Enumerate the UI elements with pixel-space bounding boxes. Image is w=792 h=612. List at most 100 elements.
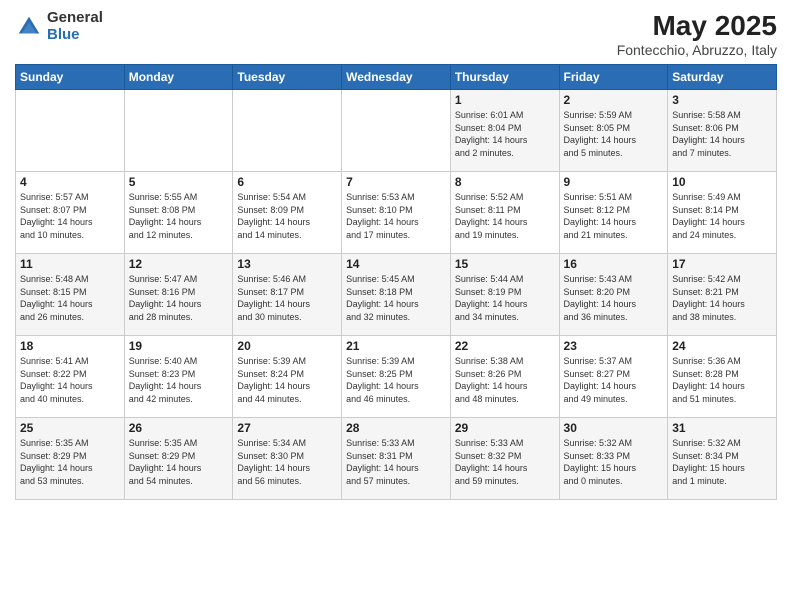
calendar-cell: 5Sunrise: 5:55 AM Sunset: 8:08 PM Daylig…: [124, 172, 233, 254]
page-header: General Blue May 2025 Fontecchio, Abruzz…: [15, 10, 777, 58]
subtitle: Fontecchio, Abruzzo, Italy: [617, 42, 777, 58]
day-number: 29: [455, 421, 555, 435]
calendar-body: 1Sunrise: 6:01 AM Sunset: 8:04 PM Daylig…: [16, 90, 777, 500]
col-saturday: Saturday: [668, 65, 777, 90]
calendar-cell: 9 Sunrise: 5:51 AM Sunset: 8:12 PM Daylig…: [559, 172, 668, 254]
calendar-page: General Blue May 2025 Fontecchio, Abruzz…: [0, 0, 792, 612]
calendar-cell: 12 Sunrise: 5:47 AM Sunset: 8:16 PM Dayli…: [124, 254, 233, 336]
col-friday: Friday: [559, 65, 668, 90]
day-number: 24: [672, 339, 772, 353]
day-info: Sunrise: 5:33 AM Sunset: 8:32 PM Dayligh…: [455, 437, 555, 487]
day-info: Sunrise: 5:57 AM Sunset: 8:07 PM Dayligh…: [20, 191, 120, 241]
calendar-cell: 31Sunrise: 5:32 AM Sunset: 8:34 PM Dayli…: [668, 418, 777, 500]
calendar-week-2: 4 Sunrise: 5:57 AM Sunset: 8:07 PM Daylig…: [16, 172, 777, 254]
calendar-cell: 24Sunrise: 5:36 AM Sunset: 8:28 PM Dayli…: [668, 336, 777, 418]
calendar-cell: 20Sunrise: 5:39 AM Sunset: 8:24 PM Dayli…: [233, 336, 342, 418]
day-number: 18: [20, 339, 120, 353]
logo-text: General Blue: [47, 10, 103, 43]
col-tuesday: Tuesday: [233, 65, 342, 90]
day-number: 2: [564, 93, 664, 107]
calendar-week-5: 25 Sunrise: 5:35 AM Sunset: 8:29 PM Dayli…: [16, 418, 777, 500]
day-number: 3: [672, 93, 772, 107]
day-info: Sunrise: 5:33 AM Sunset: 8:31 PM Dayligh…: [346, 437, 446, 487]
col-thursday: Thursday: [450, 65, 559, 90]
col-monday: Monday: [124, 65, 233, 90]
day-number: 22: [455, 339, 555, 353]
col-wednesday: Wednesday: [342, 65, 451, 90]
day-number: 19: [129, 339, 229, 353]
day-info: Sunrise: 5:49 AM Sunset: 8:14 PM Dayligh…: [672, 191, 772, 241]
day-info: Sunrise: 5:51 AM Sunset: 8:12 PM Dayligh…: [564, 191, 664, 241]
day-info: Sunrise: 5:48 AM Sunset: 8:15 PM Dayligh…: [20, 273, 120, 323]
calendar-cell: 26Sunrise: 5:35 AM Sunset: 8:29 PM Dayli…: [124, 418, 233, 500]
calendar-cell: [342, 90, 451, 172]
calendar-cell: 27Sunrise: 5:34 AM Sunset: 8:30 PM Dayli…: [233, 418, 342, 500]
calendar-cell: 11 Sunrise: 5:48 AM Sunset: 8:15 PM Dayli…: [16, 254, 125, 336]
calendar-cell: 19 Sunrise: 5:40 AM Sunset: 8:23 PM Dayli…: [124, 336, 233, 418]
day-number: 23: [564, 339, 664, 353]
calendar-cell: 1Sunrise: 6:01 AM Sunset: 8:04 PM Daylig…: [450, 90, 559, 172]
calendar-cell: 17Sunrise: 5:42 AM Sunset: 8:21 PM Dayli…: [668, 254, 777, 336]
calendar-cell: 4 Sunrise: 5:57 AM Sunset: 8:07 PM Daylig…: [16, 172, 125, 254]
day-info: Sunrise: 5:52 AM Sunset: 8:11 PM Dayligh…: [455, 191, 555, 241]
calendar-cell: 23 Sunrise: 5:37 AM Sunset: 8:27 PM Dayli…: [559, 336, 668, 418]
calendar-cell: 7 Sunrise: 5:53 AM Sunset: 8:10 PM Daylig…: [342, 172, 451, 254]
day-info: Sunrise: 5:47 AM Sunset: 8:16 PM Dayligh…: [129, 273, 229, 323]
day-info: Sunrise: 5:40 AM Sunset: 8:23 PM Dayligh…: [129, 355, 229, 405]
calendar-cell: [233, 90, 342, 172]
day-number: 7: [346, 175, 446, 189]
day-number: 12: [129, 257, 229, 271]
calendar-cell: 10 Sunrise: 5:49 AM Sunset: 8:14 PM Dayli…: [668, 172, 777, 254]
calendar-header: Sunday Monday Tuesday Wednesday Thursday…: [16, 65, 777, 90]
calendar-cell: 21 Sunrise: 5:39 AM Sunset: 8:25 PM Dayli…: [342, 336, 451, 418]
day-number: 21: [346, 339, 446, 353]
calendar-week-3: 11 Sunrise: 5:48 AM Sunset: 8:15 PM Dayli…: [16, 254, 777, 336]
calendar-table: Sunday Monday Tuesday Wednesday Thursday…: [15, 64, 777, 500]
day-number: 10: [672, 175, 772, 189]
day-info: Sunrise: 5:41 AM Sunset: 8:22 PM Dayligh…: [20, 355, 120, 405]
day-number: 13: [237, 257, 337, 271]
day-info: Sunrise: 6:01 AM Sunset: 8:04 PM Dayligh…: [455, 109, 555, 159]
day-info: Sunrise: 5:46 AM Sunset: 8:17 PM Dayligh…: [237, 273, 337, 323]
day-number: 6: [237, 175, 337, 189]
day-info: Sunrise: 5:54 AM Sunset: 8:09 PM Dayligh…: [237, 191, 337, 241]
day-number: 20: [237, 339, 337, 353]
logo-general: General: [47, 10, 103, 27]
day-number: 30: [564, 421, 664, 435]
logo-blue: Blue: [47, 27, 103, 44]
day-info: Sunrise: 5:35 AM Sunset: 8:29 PM Dayligh…: [129, 437, 229, 487]
calendar-cell: 14 Sunrise: 5:45 AM Sunset: 8:18 PM Dayli…: [342, 254, 451, 336]
calendar-cell: 13 Sunrise: 5:46 AM Sunset: 8:17 PM Dayli…: [233, 254, 342, 336]
day-number: 11: [20, 257, 120, 271]
day-number: 5: [129, 175, 229, 189]
day-number: 16: [564, 257, 664, 271]
day-number: 9: [564, 175, 664, 189]
day-info: Sunrise: 5:38 AM Sunset: 8:26 PM Dayligh…: [455, 355, 555, 405]
day-number: 4: [20, 175, 120, 189]
logo: General Blue: [15, 10, 103, 43]
calendar-cell: 18 Sunrise: 5:41 AM Sunset: 8:22 PM Dayli…: [16, 336, 125, 418]
day-number: 8: [455, 175, 555, 189]
day-info: Sunrise: 5:39 AM Sunset: 8:25 PM Dayligh…: [346, 355, 446, 405]
day-info: Sunrise: 5:37 AM Sunset: 8:27 PM Dayligh…: [564, 355, 664, 405]
calendar-cell: [16, 90, 125, 172]
calendar-cell: 16Sunrise: 5:43 AM Sunset: 8:20 PM Dayli…: [559, 254, 668, 336]
day-number: 28: [346, 421, 446, 435]
logo-icon: [15, 13, 43, 41]
day-number: 25: [20, 421, 120, 435]
calendar-cell: 30 Sunrise: 5:32 AM Sunset: 8:33 PM Dayli…: [559, 418, 668, 500]
day-info: Sunrise: 5:34 AM Sunset: 8:30 PM Dayligh…: [237, 437, 337, 487]
col-sunday: Sunday: [16, 65, 125, 90]
calendar-cell: 8 Sunrise: 5:52 AM Sunset: 8:11 PM Daylig…: [450, 172, 559, 254]
day-number: 14: [346, 257, 446, 271]
calendar-cell: 28 Sunrise: 5:33 AM Sunset: 8:31 PM Dayli…: [342, 418, 451, 500]
calendar-week-4: 18 Sunrise: 5:41 AM Sunset: 8:22 PM Dayli…: [16, 336, 777, 418]
day-number: 15: [455, 257, 555, 271]
calendar-cell: 2Sunrise: 5:59 AM Sunset: 8:05 PM Daylig…: [559, 90, 668, 172]
day-number: 31: [672, 421, 772, 435]
day-info: Sunrise: 5:32 AM Sunset: 8:33 PM Dayligh…: [564, 437, 664, 487]
calendar-cell: 3Sunrise: 5:58 AM Sunset: 8:06 PM Daylig…: [668, 90, 777, 172]
calendar-cell: [124, 90, 233, 172]
day-info: Sunrise: 5:45 AM Sunset: 8:18 PM Dayligh…: [346, 273, 446, 323]
day-info: Sunrise: 5:53 AM Sunset: 8:10 PM Dayligh…: [346, 191, 446, 241]
